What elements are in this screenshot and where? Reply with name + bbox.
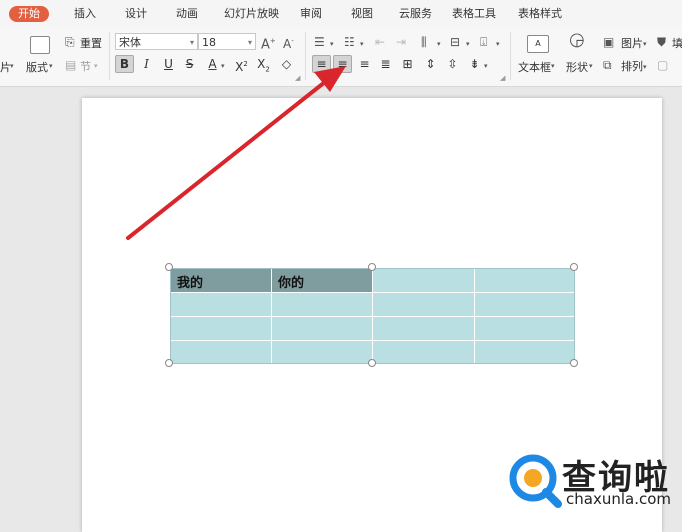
watermark-logo-icon [509, 454, 562, 508]
watermark-url: chaxunla.com [566, 490, 671, 508]
